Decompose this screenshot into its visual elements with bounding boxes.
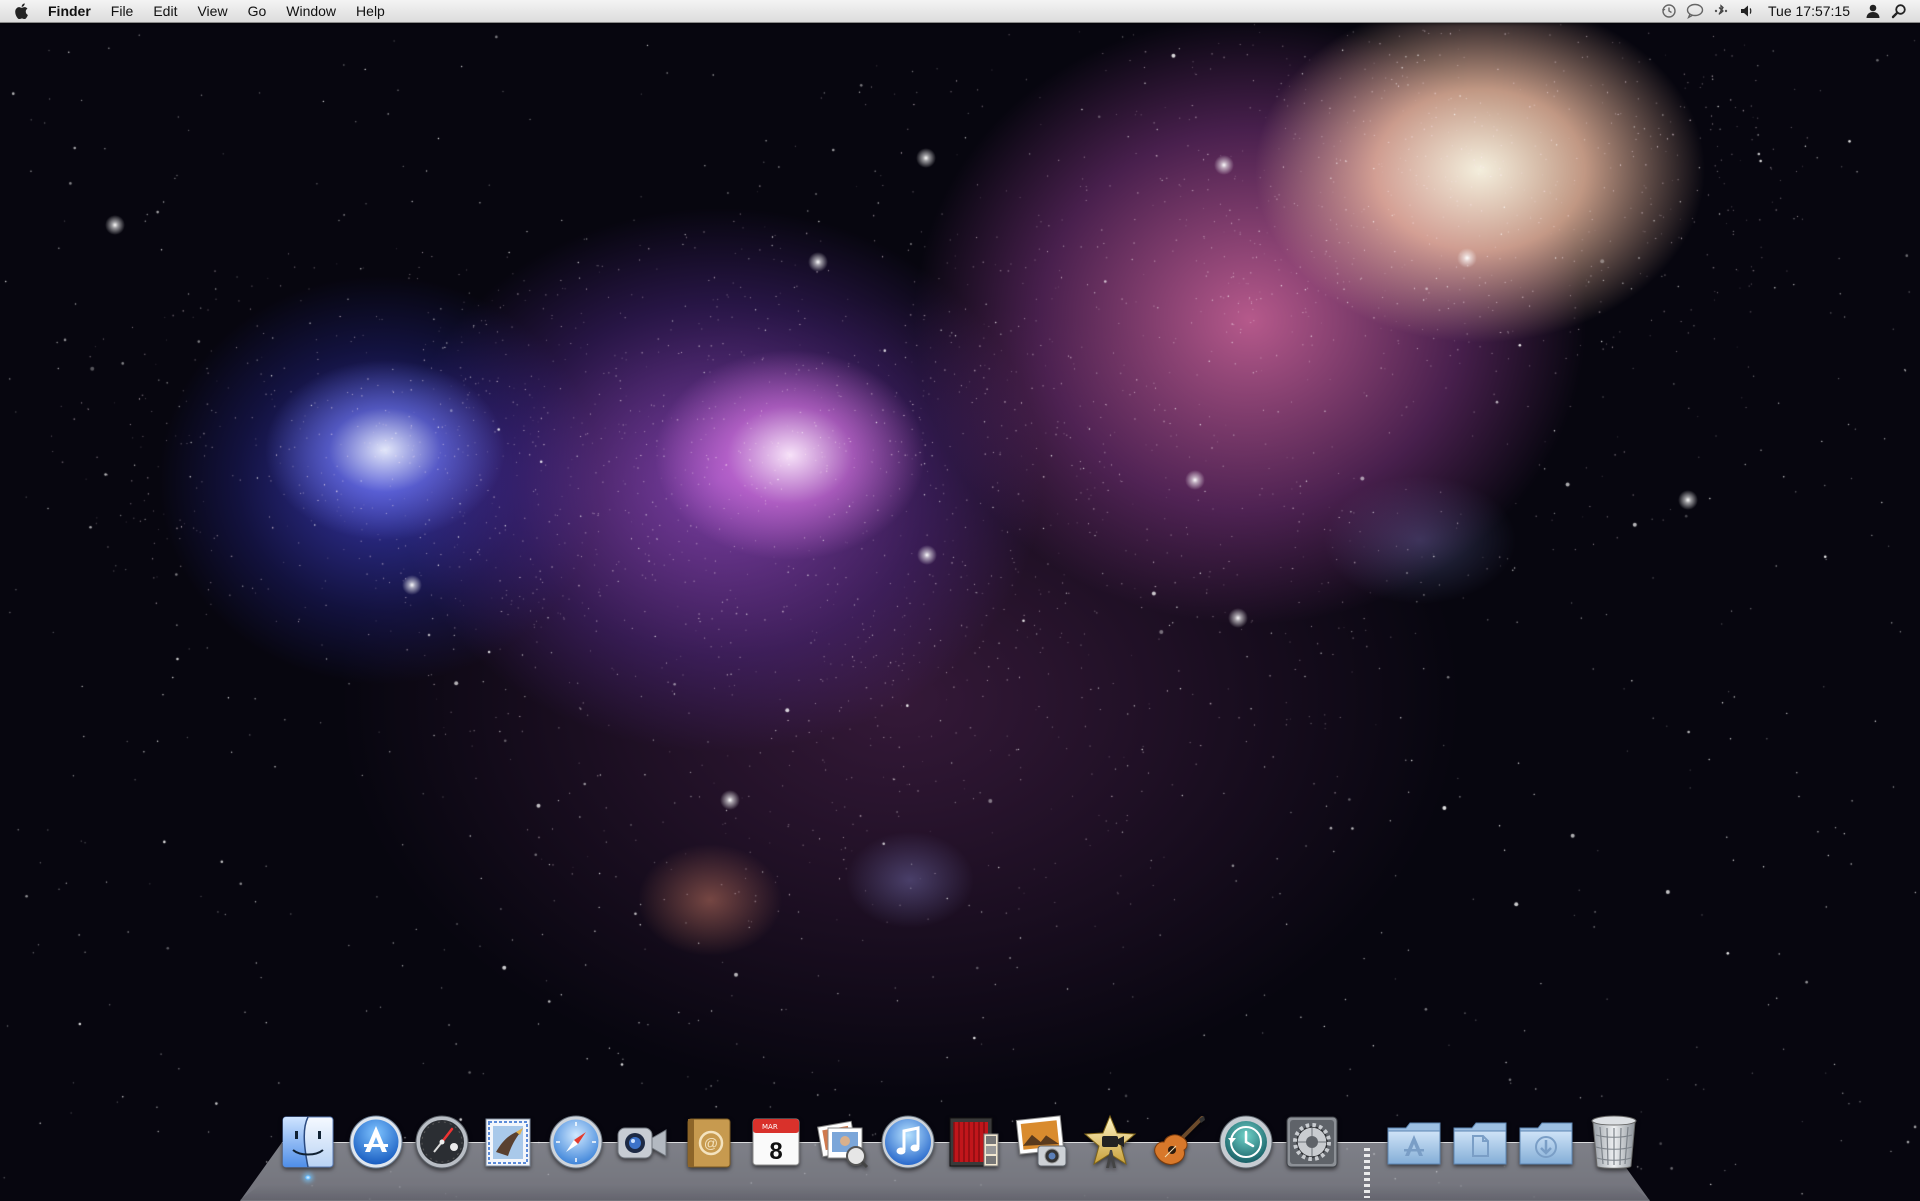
garageband-icon	[1154, 1116, 1205, 1165]
menu-window[interactable]: Window	[276, 0, 346, 22]
calendar-day: 8	[769, 1138, 782, 1165]
apple-menu-icon[interactable]	[0, 0, 42, 22]
calendar-month: MAR	[762, 1123, 778, 1131]
safari-icon	[549, 1115, 603, 1169]
menu-app-finder[interactable]: Finder	[42, 0, 101, 22]
menu-edit[interactable]: Edit	[143, 0, 187, 22]
dock-item-garageband[interactable]	[1148, 1112, 1208, 1172]
menubar-clock[interactable]: Tue 17:57:15	[1760, 3, 1860, 19]
dock-item-app-store[interactable]	[346, 1112, 406, 1172]
itunes-icon	[881, 1115, 935, 1169]
iphoto-icon	[1015, 1115, 1067, 1167]
app-store-icon	[349, 1115, 403, 1169]
dock-item-applications-stack[interactable]	[1384, 1112, 1444, 1172]
menu-go[interactable]: Go	[238, 0, 277, 22]
system-preferences-icon	[1286, 1116, 1338, 1168]
dock-item-ical[interactable]: MAR 8	[746, 1112, 806, 1172]
nebula-starfield	[0, 0, 1920, 1200]
applications-folder-icon	[1387, 1122, 1441, 1165]
dashboard-icon	[415, 1115, 469, 1169]
dock: @ MAR 8	[0, 1112, 1920, 1180]
preview-icon	[817, 1120, 869, 1169]
downloads-folder-icon	[1519, 1122, 1573, 1165]
user-icon[interactable]	[1860, 0, 1886, 22]
dock-item-system-preferences[interactable]	[1282, 1112, 1342, 1172]
mail-icon	[485, 1118, 531, 1167]
dock-item-photo-booth[interactable]	[944, 1112, 1004, 1172]
menu-file[interactable]: File	[101, 0, 144, 22]
menu-bar: Finder File Edit View Go Window Help Tue…	[0, 0, 1920, 23]
dock-item-imovie[interactable]	[1080, 1112, 1140, 1172]
facetime-icon	[617, 1127, 667, 1159]
address-book-icon: @	[687, 1118, 731, 1168]
bluetooth-icon[interactable]	[1708, 0, 1734, 22]
running-indicator	[305, 1175, 311, 1180]
dock-item-itunes[interactable]	[878, 1112, 938, 1172]
imovie-icon	[1083, 1114, 1137, 1168]
dock-item-documents-stack[interactable]	[1450, 1112, 1510, 1172]
dock-item-trash[interactable]	[1584, 1112, 1644, 1172]
dock-item-preview[interactable]	[812, 1112, 872, 1172]
dock-reflection	[240, 1184, 1650, 1200]
photo-booth-icon	[949, 1117, 999, 1167]
dock-item-dashboard[interactable]	[412, 1112, 472, 1172]
dock-item-facetime[interactable]	[612, 1112, 672, 1172]
spotlight-icon[interactable]	[1886, 0, 1912, 22]
dock-item-downloads-stack[interactable]	[1516, 1112, 1576, 1172]
menu-view[interactable]: View	[187, 0, 237, 22]
dock-item-safari[interactable]	[546, 1112, 606, 1172]
finder-icon	[282, 1116, 334, 1168]
ichat-icon[interactable]	[1682, 0, 1708, 22]
dock-item-address-book[interactable]: @	[678, 1112, 738, 1172]
dock-item-mail[interactable]	[478, 1112, 538, 1172]
dock-item-finder[interactable]	[278, 1112, 338, 1180]
trash-icon	[1591, 1115, 1637, 1169]
dock-item-time-machine[interactable]	[1216, 1112, 1276, 1172]
dock-item-iphoto[interactable]	[1012, 1112, 1072, 1172]
time-machine-dock-icon	[1219, 1115, 1273, 1169]
ical-icon: MAR 8	[752, 1118, 800, 1166]
svg-text:@: @	[704, 1135, 718, 1151]
desktop-wallpaper	[0, 0, 1920, 1200]
menu-extras: Tue 17:57:15	[1656, 0, 1920, 22]
documents-folder-icon	[1453, 1122, 1507, 1165]
menu-help[interactable]: Help	[346, 0, 395, 22]
volume-icon[interactable]	[1734, 0, 1760, 22]
time-machine-icon[interactable]	[1656, 0, 1682, 22]
